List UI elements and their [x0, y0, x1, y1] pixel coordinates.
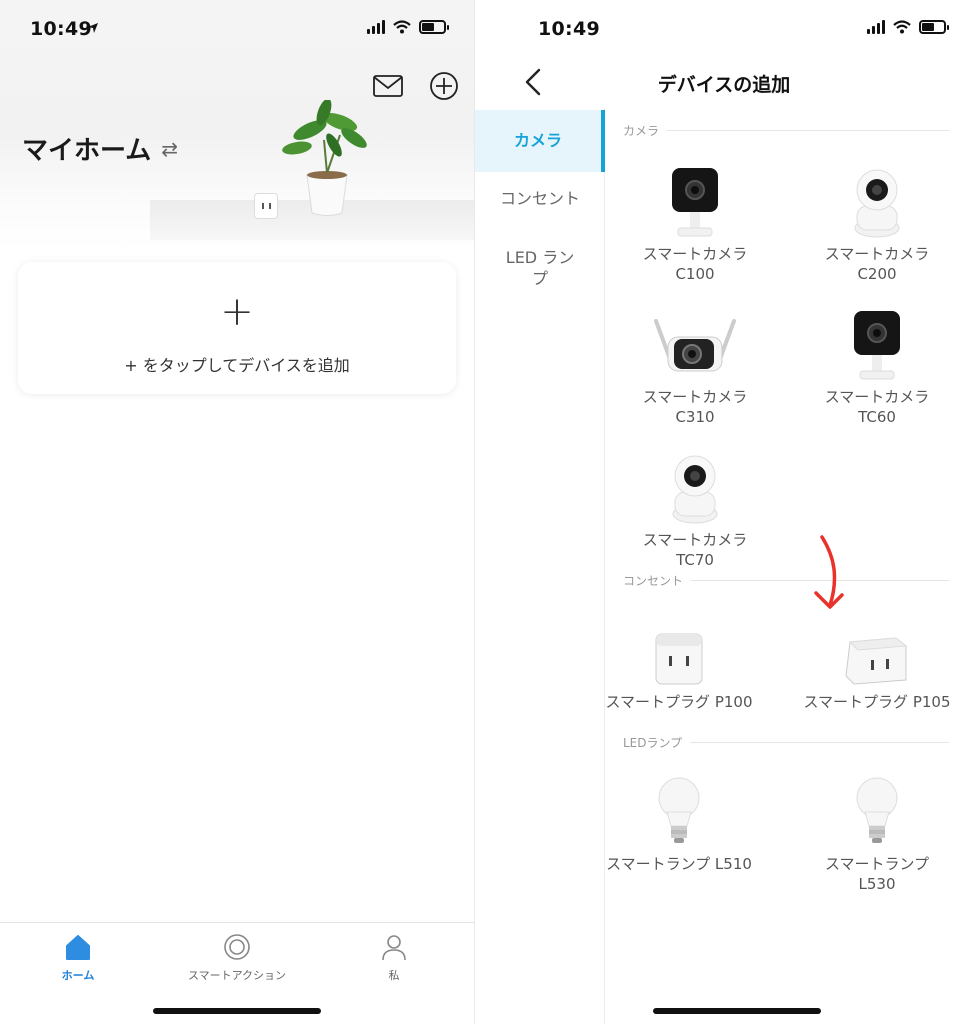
tab-me[interactable]: 私 [324, 933, 464, 983]
device-name: スマートプラグ P105 [803, 693, 951, 711]
wifi-icon [393, 20, 411, 34]
status-icons [367, 20, 449, 34]
device-model: TC70 [676, 551, 714, 569]
device-card-c100[interactable]: スマートカメラ C100 [605, 158, 785, 284]
device-card-l510[interactable]: スマートランプ L510 [589, 768, 769, 874]
status-icons [867, 20, 949, 34]
plug-illustration [254, 193, 278, 219]
device-name: スマートプラグ P100 [605, 693, 753, 711]
status-bar: 10:49 [0, 0, 474, 56]
device-model: C310 [675, 408, 715, 426]
home-indicator [653, 1008, 821, 1014]
signal-icon [367, 20, 385, 34]
signal-icon [867, 20, 885, 34]
device-catalog: カメラ スマートカメラ C100 スマートカメラ C200 スマートカメラ C3… [605, 108, 973, 1024]
page-title: デバイスの追加 [657, 74, 791, 96]
home-title-label: マイホーム [22, 136, 152, 166]
device-name: スマートカメラ [642, 388, 748, 406]
camera-c200-image [854, 169, 900, 238]
section-title: カメラ [623, 124, 660, 138]
camera-c310-image [654, 319, 736, 372]
battery-icon [919, 20, 949, 34]
home-title[interactable]: マイホーム ⇄ [22, 130, 178, 167]
device-model: L530 [858, 875, 896, 893]
section-header-outlet: コンセント [623, 572, 949, 589]
tab-smart-action-label: スマートアクション [187, 969, 287, 982]
device-model: C200 [857, 265, 897, 283]
add-plus-icon: + [220, 289, 254, 335]
plant-illustration [282, 100, 367, 216]
status-time: 10:49 [30, 18, 92, 40]
section-title: LEDランプ [623, 736, 683, 750]
status-bar: 10:49 [475, 0, 973, 56]
wifi-icon [893, 20, 911, 34]
bulb-l510-image [658, 777, 700, 843]
plug-p105-image [845, 637, 908, 685]
home-icon [66, 935, 90, 960]
device-card-c310[interactable]: スマートカメラ C310 [605, 301, 785, 427]
tab-home-label: ホーム [61, 969, 95, 982]
category-sidebar: カメラ コンセント LED ランプ [475, 108, 605, 1024]
sidebar-item-led-lamp[interactable]: LED ランプ [475, 247, 605, 289]
device-name: スマートカメラ [824, 245, 930, 263]
camera-tc70-image [672, 455, 718, 524]
device-name: スマートカメラ [642, 245, 748, 263]
smart-action-icon [224, 934, 250, 960]
sidebar-item-camera[interactable]: カメラ [475, 110, 605, 172]
device-card-p105[interactable]: スマートプラグ P105 [787, 606, 967, 712]
home-indicator [153, 1008, 321, 1014]
section-title: コンセント [623, 574, 684, 588]
add-device-card[interactable]: + + をタップしてデバイスを追加 [18, 262, 456, 394]
device-card-p100[interactable]: スマートプラグ P100 [589, 606, 769, 712]
sidebar-item-outlet[interactable]: コンセント [475, 188, 605, 209]
device-card-l530[interactable]: スマートランプ L530 [787, 768, 967, 894]
device-model: TC60 [858, 408, 896, 426]
device-name: スマートカメラ [824, 388, 930, 406]
device-model: C100 [675, 265, 715, 283]
battery-icon [419, 20, 449, 34]
location-arrow-icon [88, 23, 98, 33]
device-card-c200[interactable]: スマートカメラ C200 [787, 158, 967, 284]
mail-icon[interactable] [372, 70, 404, 102]
tab-me-label: 私 [388, 969, 400, 982]
tab-smart-action[interactable]: スマートアクション [167, 933, 307, 983]
status-time: 10:49 [538, 18, 600, 40]
tab-home[interactable]: ホーム [8, 933, 148, 983]
person-icon [382, 935, 406, 961]
device-card-tc60[interactable]: スマートカメラ TC60 [787, 301, 967, 427]
plug-p100-image [655, 633, 703, 685]
section-header-camera: カメラ [623, 122, 949, 139]
device-name: スマートランプ L510 [606, 855, 752, 873]
swap-icon[interactable]: ⇄ [161, 137, 178, 161]
device-card-tc70[interactable]: スマートカメラ TC70 [605, 444, 785, 570]
plus-circle-icon[interactable] [428, 70, 460, 102]
add-device-hint: + をタップしてデバイスを追加 [124, 356, 350, 375]
home-screen: 10:49 マイホーム ⇄ + + をタップしてデバイスを追加 ホーム スマート… [0, 0, 474, 1024]
device-name: スマートカメラ [642, 531, 748, 549]
device-name: スマートランプ [824, 855, 930, 873]
camera-c100-image [672, 168, 718, 237]
camera-tc60-image [854, 311, 900, 380]
add-device-screen: 10:49 デバイスの追加 カメラ コンセント LED ランプ カメラ スマート… [474, 0, 973, 1024]
annotation-arrow-icon [814, 535, 844, 609]
section-header-led-lamp: LEDランプ [623, 734, 949, 751]
bulb-l530-image [856, 777, 898, 843]
